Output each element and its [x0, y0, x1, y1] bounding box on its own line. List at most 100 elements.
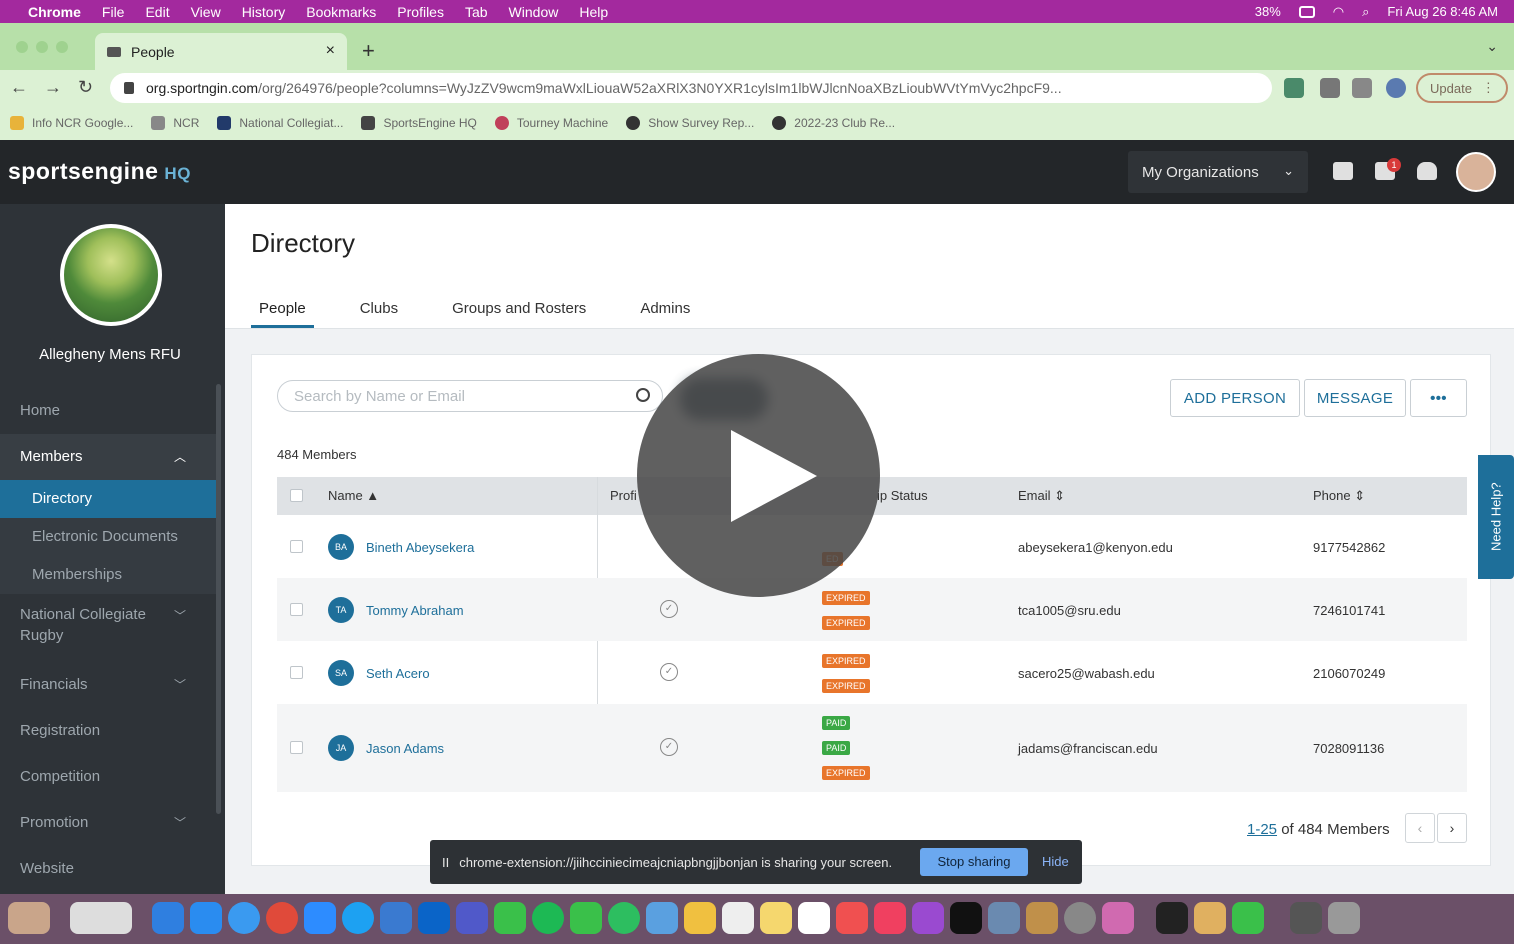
my-organizations-dropdown[interactable]: My Organizations ⌄: [1128, 151, 1308, 193]
search-icon[interactable]: [636, 388, 650, 402]
column-name[interactable]: Name ▲: [328, 488, 379, 503]
update-button[interactable]: Update ⋮: [1416, 73, 1508, 103]
sidebar-item-competition[interactable]: Competition: [0, 754, 216, 800]
battery-icon[interactable]: [1298, 5, 1315, 18]
back-icon[interactable]: ←: [10, 77, 28, 98]
user-avatar[interactable]: [1456, 152, 1496, 192]
side-panel-icon[interactable]: [1352, 78, 1372, 98]
music-icon[interactable]: [874, 902, 906, 934]
spotlight-icon[interactable]: ⌕: [1362, 4, 1369, 20]
tab-admins[interactable]: Admins: [632, 300, 698, 328]
contacts-icon[interactable]: [1026, 902, 1058, 934]
chrome-icon[interactable]: [266, 902, 298, 934]
extension-rec-icon[interactable]: [1284, 78, 1304, 98]
member-name-link[interactable]: Tommy Abraham: [366, 603, 464, 618]
sidebar-scrollbar[interactable]: [216, 384, 221, 814]
browser-tab-people[interactable]: People ×: [95, 33, 347, 70]
hide-button[interactable]: Hide: [1042, 854, 1069, 869]
extensions-puzzle-icon[interactable]: [1320, 78, 1340, 98]
sidebar-item-members[interactable]: Members ︿: [0, 434, 216, 480]
row-checkbox[interactable]: [290, 666, 303, 679]
sidebar-item-electronic-documents[interactable]: Electronic Documents: [0, 518, 216, 556]
news-icon[interactable]: [836, 902, 868, 934]
photos-icon[interactable]: [684, 902, 716, 934]
reload-icon[interactable]: ↻: [78, 77, 93, 98]
menu-help[interactable]: Help: [579, 4, 608, 20]
safari-icon[interactable]: [228, 902, 260, 934]
row-checkbox[interactable]: [290, 603, 303, 616]
need-help-tab[interactable]: Need Help?: [1478, 455, 1514, 579]
org-logo[interactable]: [60, 224, 162, 326]
pages-icon[interactable]: [1194, 902, 1226, 934]
add-person-button[interactable]: ADD PERSON: [1170, 379, 1300, 417]
launchpad-icon[interactable]: [1102, 902, 1134, 934]
new-tab-icon[interactable]: +: [362, 38, 375, 64]
zoom-icon[interactable]: [304, 902, 336, 934]
downloads-stack-icon[interactable]: [1290, 902, 1322, 934]
notes-icon[interactable]: [760, 902, 792, 934]
bell-icon[interactable]: [1417, 162, 1437, 180]
tab-search-chevron-icon[interactable]: ⌄: [1486, 38, 1498, 55]
sportsengine-logo[interactable]: sportsengine HQ: [8, 158, 191, 185]
member-name-link[interactable]: Bineth Abeysekera: [366, 540, 474, 555]
forward-icon[interactable]: →: [44, 77, 62, 98]
close-tab-icon[interactable]: ×: [326, 42, 335, 60]
row-checkbox[interactable]: [290, 540, 303, 553]
chrome-menu-icon[interactable]: ⋮: [1482, 80, 1495, 96]
member-name-link[interactable]: Jason Adams: [366, 741, 444, 756]
app-store-icon[interactable]: [190, 902, 222, 934]
menu-file[interactable]: File: [102, 4, 125, 20]
select-all-checkbox[interactable]: [290, 489, 303, 502]
more-options-button[interactable]: •••: [1410, 379, 1467, 417]
sidebar-item-directory[interactable]: Directory: [0, 480, 216, 518]
bookmark-national-collegiate[interactable]: National Collegiat...: [217, 116, 343, 130]
bookmark-club-re[interactable]: 2022-23 Club Re...: [772, 116, 895, 130]
sidebar-item-financials[interactable]: Financials ﹀: [0, 662, 216, 708]
trash-icon[interactable]: [1328, 902, 1360, 934]
message-button[interactable]: MESSAGE: [1304, 379, 1406, 417]
menu-window[interactable]: Window: [509, 4, 559, 20]
wifi-icon[interactable]: ◠: [1333, 4, 1344, 20]
column-email[interactable]: Email ⇕: [1018, 488, 1065, 504]
menu-app-name[interactable]: Chrome: [28, 4, 81, 20]
menu-bookmarks[interactable]: Bookmarks: [306, 4, 376, 20]
window-controls[interactable]: [16, 41, 68, 53]
activity-monitor-icon[interactable]: [1156, 902, 1188, 934]
chat-icon[interactable]: [1333, 162, 1353, 180]
twitter-icon[interactable]: [342, 902, 374, 934]
address-bar[interactable]: org.sportngin.com/org/264976/people?colu…: [110, 73, 1272, 103]
bookmark-sportsengine-hq[interactable]: SportsEngine HQ: [361, 116, 477, 130]
member-name-link[interactable]: Seth Acero: [366, 666, 430, 681]
bookmark-info-ncr[interactable]: Info NCR Google...: [10, 116, 133, 130]
tab-groups-and-rosters[interactable]: Groups and Rosters: [444, 300, 594, 328]
table-row[interactable]: BA Bineth Abeysekera ED abeysekera1@keny…: [277, 515, 1467, 578]
facetime-icon[interactable]: [570, 902, 602, 934]
sidebar-item-memberships[interactable]: Memberships: [0, 556, 216, 594]
window-preview-icon[interactable]: [70, 902, 132, 934]
evernote-icon[interactable]: [608, 902, 640, 934]
lock-icon[interactable]: [124, 82, 134, 94]
finder-icon[interactable]: [152, 902, 184, 934]
column-phone[interactable]: Phone ⇕: [1313, 488, 1365, 504]
sidebar-item-promotion[interactable]: Promotion ﹀: [0, 800, 216, 846]
menu-profiles[interactable]: Profiles: [397, 4, 444, 20]
row-checkbox[interactable]: [290, 741, 303, 754]
sidebar-item-registration[interactable]: Registration: [0, 708, 216, 754]
podcasts-icon[interactable]: [912, 902, 944, 934]
bookmark-ncr[interactable]: NCR: [151, 116, 199, 130]
reminders-icon[interactable]: [722, 902, 754, 934]
next-page-button[interactable]: ›: [1437, 813, 1467, 843]
menu-history[interactable]: History: [242, 4, 286, 20]
bookmark-show-survey[interactable]: Show Survey Rep...: [626, 116, 754, 130]
menu-clock[interactable]: Fri Aug 26 8:46 AM: [1387, 4, 1498, 19]
mail-app-icon[interactable]: [380, 902, 412, 934]
video-play-button[interactable]: [637, 354, 880, 597]
thumbnail-icon[interactable]: [8, 902, 50, 934]
sidebar-item-home[interactable]: Home: [0, 388, 216, 434]
messages-icon[interactable]: [494, 902, 526, 934]
menu-view[interactable]: View: [191, 4, 221, 20]
teams-icon[interactable]: [456, 902, 488, 934]
profile-icon[interactable]: [1386, 78, 1406, 98]
menu-tab[interactable]: Tab: [465, 4, 488, 20]
column-profile[interactable]: Profi: [610, 488, 637, 503]
